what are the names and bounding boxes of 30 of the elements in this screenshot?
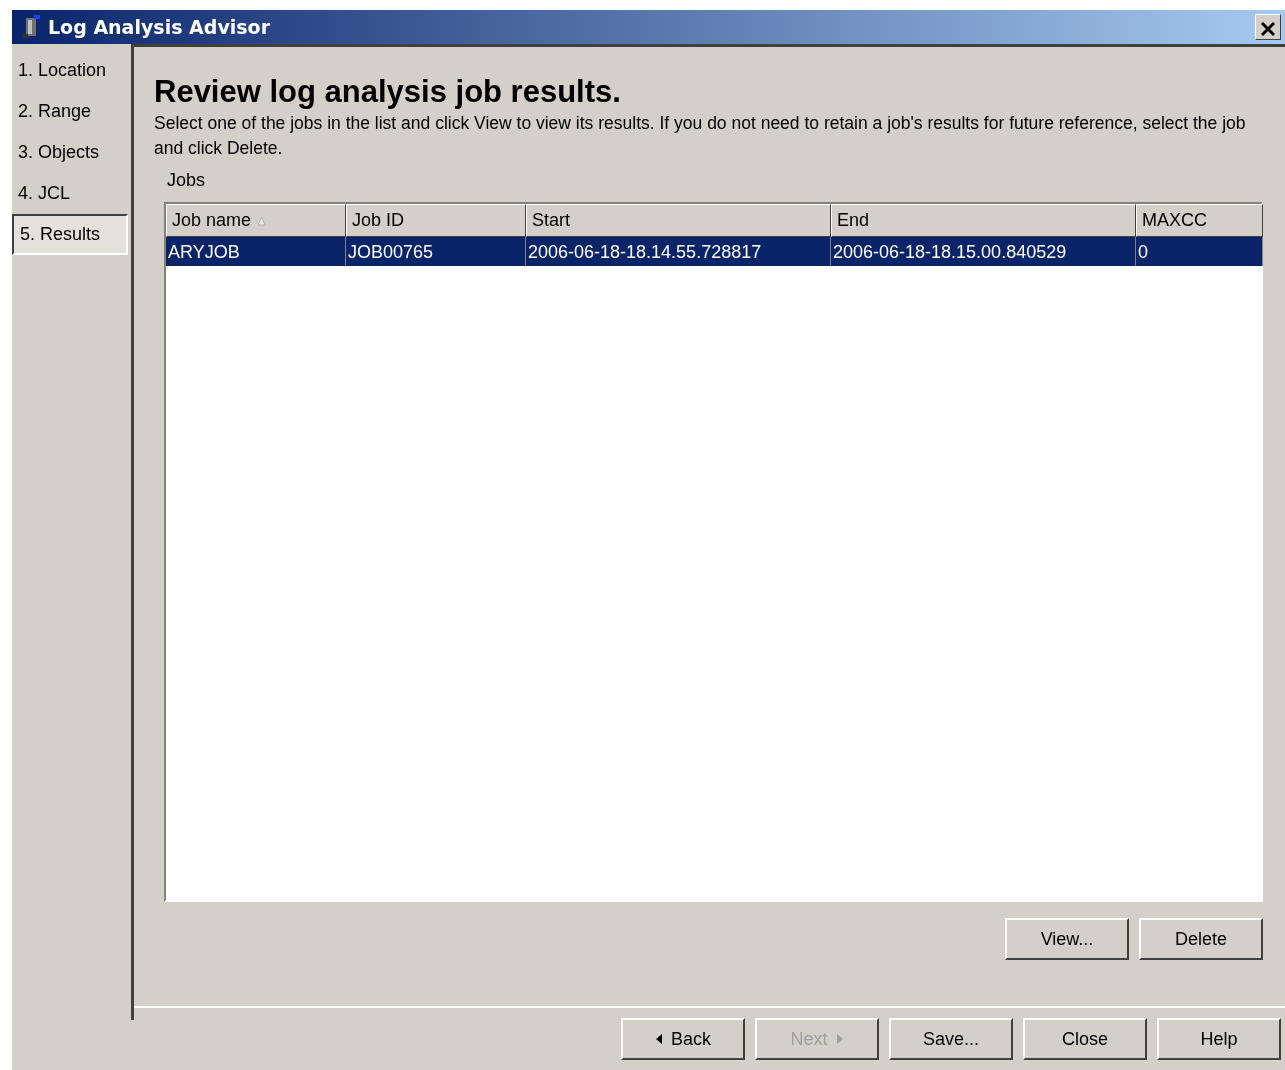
action-button[interactable]: View...: [1005, 918, 1129, 960]
table-cell: 0: [1136, 237, 1263, 267]
app-icon: [20, 14, 42, 40]
jobs-label: Jobs: [167, 169, 207, 193]
step-tab[interactable]: 1. Location: [12, 50, 128, 91]
column-header[interactable]: End: [831, 204, 1136, 238]
step-tab[interactable]: 2. Range: [12, 91, 128, 132]
table-cell: 2006-06-18-18.15.00.840529: [831, 237, 1136, 267]
window-title: Log Analysis Advisor: [48, 14, 270, 40]
step-tab[interactable]: 4. JCL: [12, 173, 128, 214]
description-text: Select one of the jobs in the list and click View to view its results. If you do not need to retain a job's results for future reference, select the job and click Delete.: [154, 112, 1247, 161]
back-button[interactable]: Back: [621, 1018, 745, 1060]
sort-icon: [257, 215, 267, 226]
step-tab[interactable]: 5. Results: [12, 214, 128, 255]
table-cell: JOB00765: [346, 237, 526, 267]
action-button[interactable]: Delete: [1139, 918, 1263, 960]
plain-button[interactable]: Close: [1023, 1018, 1147, 1060]
column-header[interactable]: Job name: [166, 204, 346, 238]
column-header[interactable]: MAXCC: [1136, 204, 1263, 238]
close-icon[interactable]: [1255, 14, 1281, 40]
page-heading: Review log analysis job results.: [154, 75, 622, 110]
table-cell: 2006-06-18-18.14.55.728817: [526, 237, 831, 267]
step-tab[interactable]: 3. Objects: [12, 132, 128, 173]
left-arrow-icon: [655, 1033, 663, 1045]
plain-button[interactable]: Help: [1157, 1018, 1281, 1060]
plain-button[interactable]: Save...: [889, 1018, 1013, 1060]
column-header[interactable]: Start: [526, 204, 831, 238]
right-arrow-icon: [835, 1033, 844, 1045]
column-header[interactable]: Job ID: [346, 204, 526, 238]
table-cell: ARYJOB: [166, 237, 346, 267]
